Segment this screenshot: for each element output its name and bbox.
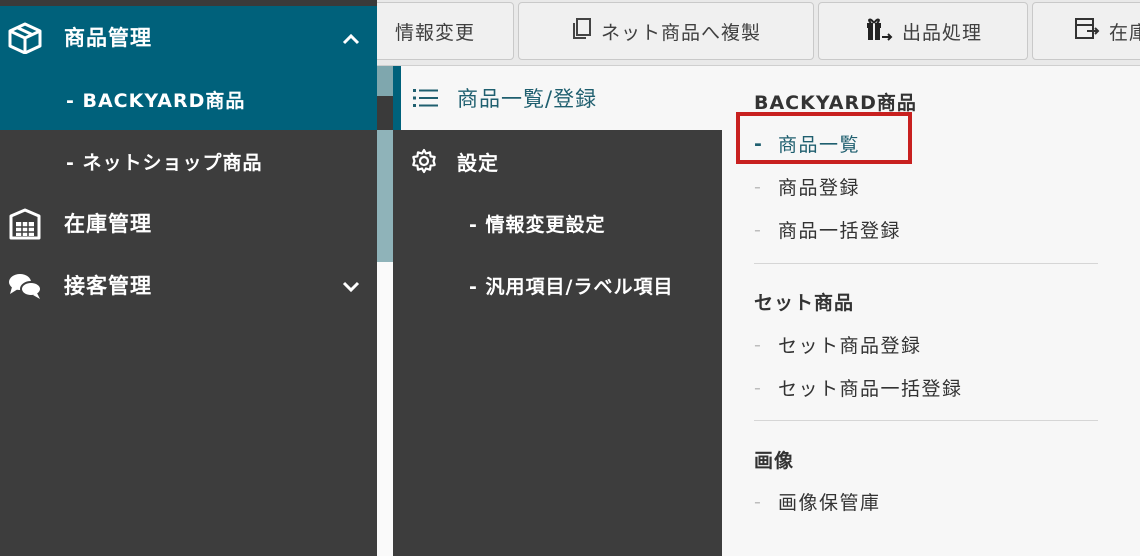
- background-content: [377, 66, 393, 262]
- link-product-list[interactable]: - 商品一覧: [754, 130, 860, 157]
- link-label: セット商品登録: [778, 335, 922, 357]
- link-bullet: -: [754, 175, 763, 198]
- link-bullet: -: [754, 376, 763, 399]
- link-set-product-bulk-register[interactable]: - セット商品一括登録: [754, 374, 963, 401]
- sidebar-item-label: - ネットショップ商品: [66, 151, 263, 174]
- menu-group-label: 接客管理: [64, 274, 152, 298]
- chevron-down-icon[interactable]: [341, 276, 361, 293]
- link-product-register[interactable]: - 商品登録: [754, 173, 860, 200]
- main-sidebar: 商品管理 - BACKYARD商品 - ネットショップ商品 在庫管理 接客管理: [0, 0, 377, 556]
- listing-process-button-label: 出品処理: [901, 21, 982, 44]
- submenu: 商品一覧/登録 設定 - 情報変更設定 - 汎用項目/ラベル項目: [393, 66, 722, 556]
- list-icon: [413, 88, 439, 113]
- menu-group-inventory-management[interactable]: 在庫管理: [0, 192, 377, 254]
- submenu-item-label: - 汎用項目/ラベル項目: [469, 275, 674, 298]
- link-bullet: -: [754, 218, 763, 241]
- submenu-group-settings[interactable]: 設定: [393, 130, 722, 192]
- section-heading-set-products: セット商品: [754, 292, 855, 314]
- info-change-button[interactable]: 情報変更: [356, 2, 514, 60]
- link-panel: BACKYARD商品 - 商品一覧 - 商品登録 - 商品一括登録 セット商品 …: [722, 66, 1140, 556]
- info-change-button-label: 情報変更: [394, 21, 475, 44]
- link-bullet: -: [754, 490, 763, 513]
- link-label: 商品一覧: [778, 134, 861, 156]
- submenu-item-label: - 情報変更設定: [469, 213, 606, 236]
- copy-to-net-button-label: ネット商品へ複製: [600, 21, 761, 44]
- submenu-group-label: 設定: [457, 150, 499, 175]
- link-label: 画像保管庫: [778, 492, 881, 514]
- link-set-product-register[interactable]: - セット商品登録: [754, 331, 922, 358]
- link-image-storage[interactable]: - 画像保管庫: [754, 488, 881, 515]
- sidebar-item-label: - BACKYARD商品: [66, 89, 246, 112]
- background-content: [377, 130, 393, 262]
- link-bullet: -: [754, 333, 763, 356]
- warehouse-icon: [6, 208, 44, 240]
- submenu-item-info-change-settings[interactable]: - 情報変更設定: [393, 192, 722, 254]
- submenu-item-product-list[interactable]: 商品一覧/登録: [393, 66, 722, 130]
- menu-group-customer-service[interactable]: 接客管理: [0, 254, 377, 316]
- sidebar-item-netshop-products[interactable]: - ネットショップ商品: [0, 130, 377, 192]
- link-label: 商品登録: [778, 177, 861, 199]
- menu-group-product-management[interactable]: 商品管理: [0, 6, 377, 68]
- submenu-item-label: 商品一覧/登録: [457, 87, 598, 111]
- chat-bubbles-icon: [6, 270, 44, 300]
- submenu-item-general-label-items[interactable]: - 汎用項目/ラベル項目: [393, 254, 722, 316]
- section-heading-images: 画像: [754, 450, 795, 472]
- section-divider: [754, 420, 1098, 421]
- link-label: 商品一括登録: [778, 220, 902, 242]
- link-product-bulk-register[interactable]: - 商品一括登録: [754, 216, 901, 243]
- active-indicator: [393, 66, 401, 130]
- menu-group-label: 在庫管理: [64, 212, 152, 236]
- gift-export-icon: [864, 15, 894, 48]
- gear-icon: [411, 148, 437, 179]
- background-content: [377, 262, 393, 556]
- copy-to-net-button[interactable]: ネット商品へ複製: [518, 2, 814, 60]
- sidebar-item-backyard-products[interactable]: - BACKYARD商品: [0, 68, 377, 130]
- inventory-button[interactable]: 在庫: [1032, 2, 1140, 60]
- copy-icon: [571, 17, 593, 46]
- listing-process-button[interactable]: 出品処理: [818, 2, 1028, 60]
- section-heading-backyard-products: BACKYARD商品: [754, 92, 917, 114]
- box-icon: [6, 22, 44, 55]
- menu-group-label: 商品管理: [64, 26, 152, 50]
- section-divider: [754, 263, 1098, 264]
- inventory-button-label: 在庫: [1109, 21, 1140, 44]
- link-label: セット商品一括登録: [778, 378, 963, 400]
- chevron-up-icon[interactable]: [341, 28, 361, 45]
- inventory-export-icon: [1073, 16, 1101, 47]
- background-content: [377, 96, 393, 130]
- link-bullet: -: [754, 132, 764, 155]
